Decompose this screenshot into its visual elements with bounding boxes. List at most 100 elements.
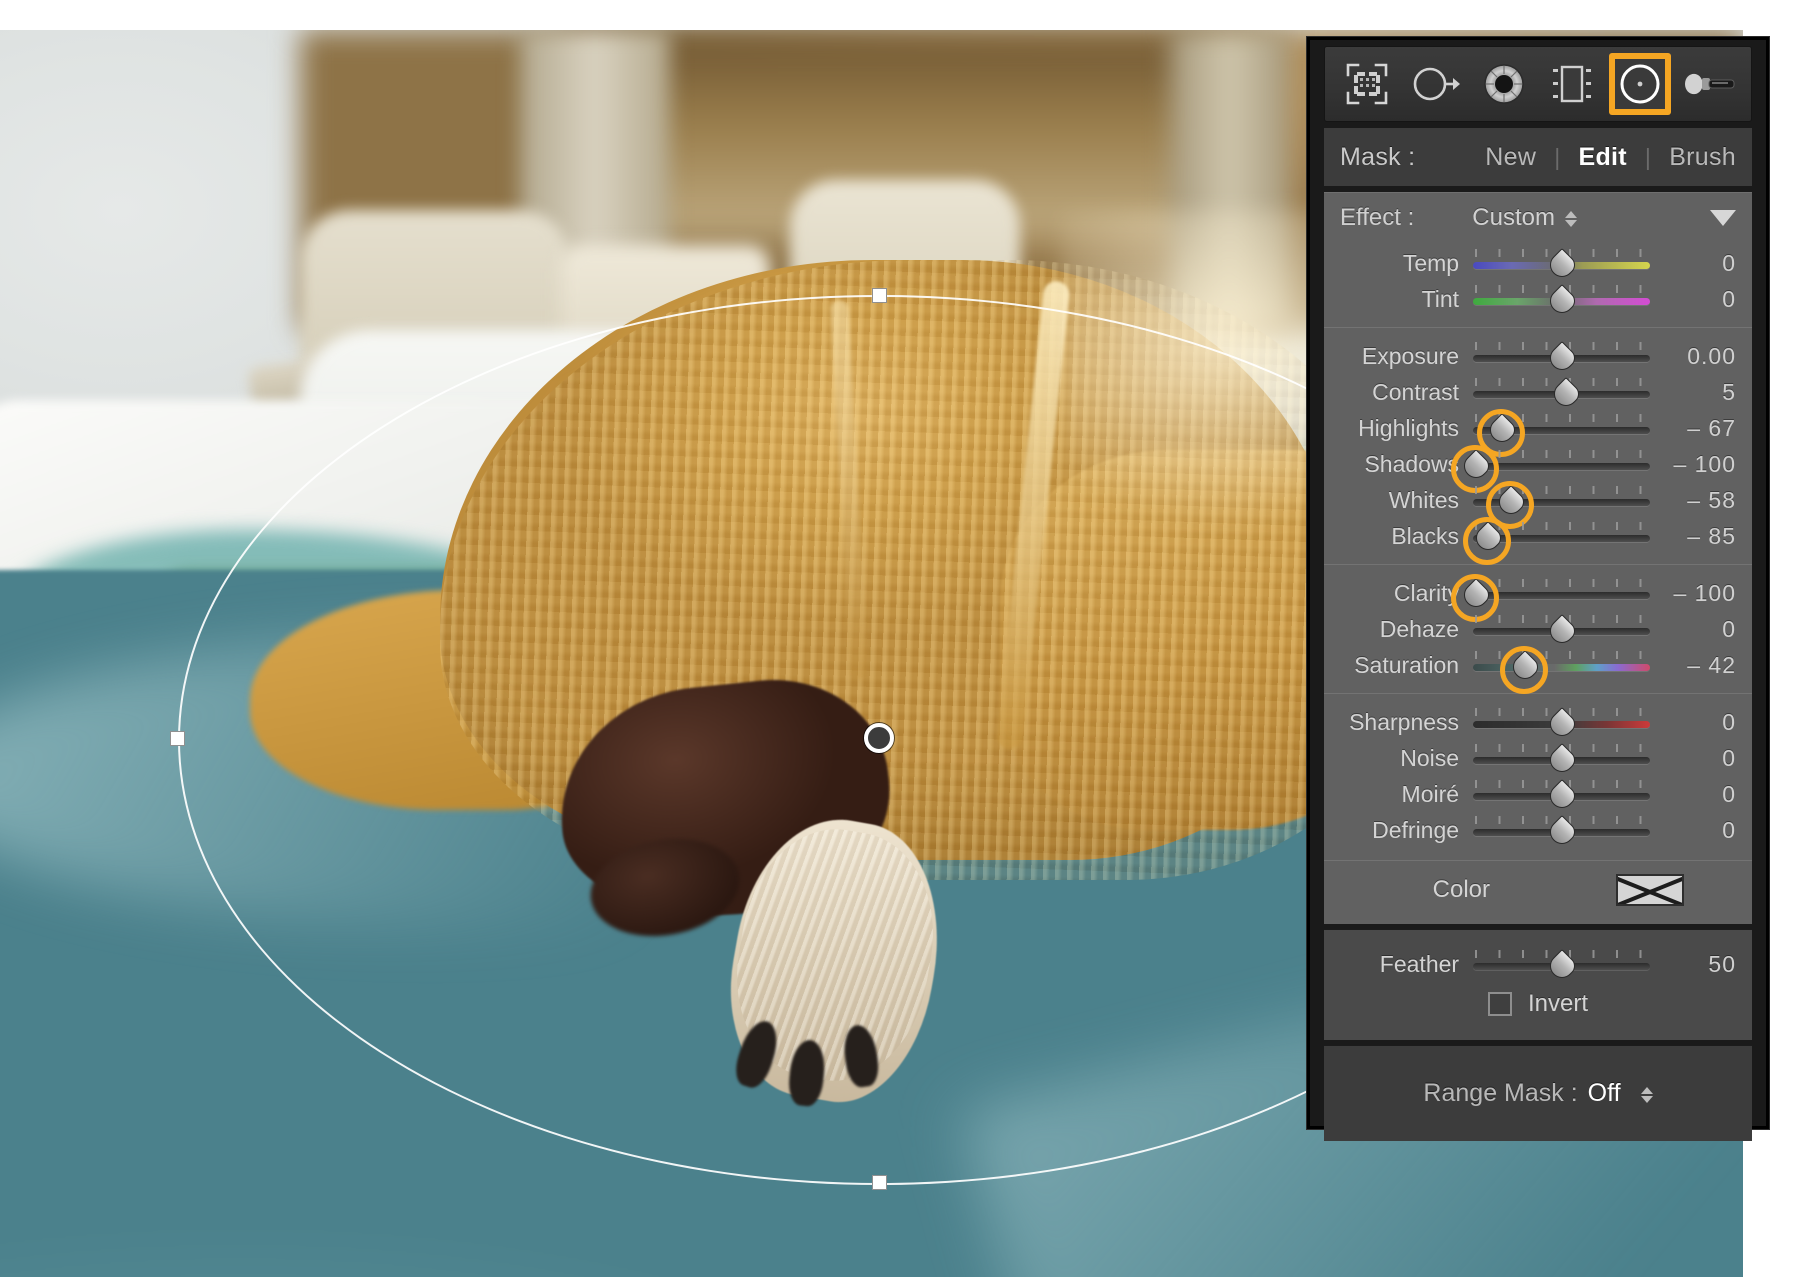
crop-overlay-icon (1344, 61, 1390, 107)
slider-value-highlights: – 67 (1687, 414, 1736, 441)
color-swatch-button[interactable] (1616, 873, 1684, 906)
slider-knob-blacks[interactable] (1463, 517, 1512, 565)
slider-label-tint: Tint (1421, 285, 1460, 312)
slider-value-clarity: – 100 (1673, 579, 1736, 606)
slider-knob-tint[interactable] (1546, 288, 1576, 318)
slider-knob-whites[interactable] (1486, 481, 1535, 529)
slider-knob-noise[interactable] (1546, 747, 1576, 777)
feather-block: Feather 50 Invert (1324, 929, 1752, 1040)
slider-group-whitebalance: Temp 0 Tint 0 (1324, 243, 1752, 323)
adjustment-brush-tool[interactable] (1678, 53, 1740, 115)
slider-row-dehaze[interactable]: Dehaze 0 (1324, 611, 1752, 647)
slider-knob-dehaze[interactable] (1546, 618, 1576, 648)
slider-row-defringe[interactable]: Defringe 0 (1324, 812, 1752, 848)
invert-row[interactable]: Invert (1324, 982, 1752, 1026)
slider-row-temp[interactable]: Temp 0 (1324, 245, 1752, 281)
slider-row-contrast[interactable]: Contrast 5 (1324, 374, 1752, 410)
slider-track-shadows[interactable] (1473, 463, 1650, 470)
slider-row-feather[interactable]: Feather 50 (1324, 946, 1752, 982)
effect-disclosure-triangle-icon[interactable] (1710, 210, 1736, 226)
slider-label-blacks: Blacks (1391, 522, 1460, 549)
slider-label-whites: Whites (1388, 486, 1460, 513)
effect-stepper-icon[interactable] (1564, 211, 1577, 227)
slider-label-clarity: Clarity (1393, 579, 1460, 606)
radial-filter-panel: Mask : New | Edit | Brush Effect : Custo… (1307, 37, 1769, 1141)
slider-row-shadows[interactable]: Shadows – 100 (1324, 445, 1752, 493)
slider-label-shadows: Shadows (1364, 450, 1460, 477)
slider-label-sharpness: Sharpness (1349, 708, 1460, 735)
slider-row-moire[interactable]: Moiré 0 (1324, 776, 1752, 812)
range-mask-value[interactable]: Off (1588, 1079, 1621, 1108)
slider-value-noise: 0 (1722, 744, 1736, 771)
slider-label-noise: Noise (1400, 744, 1460, 771)
slider-label-defringe: Defringe (1372, 816, 1460, 843)
mask-row: Mask : New | Edit | Brush (1324, 128, 1752, 186)
brush-icon (1681, 63, 1737, 105)
slider-label-highlights: Highlights (1358, 414, 1460, 441)
slider-knob-exposure[interactable] (1546, 345, 1576, 375)
invert-checkbox[interactable] (1488, 992, 1512, 1016)
slider-value-saturation: – 42 (1687, 651, 1736, 678)
slider-value-feather: 50 (1708, 950, 1736, 977)
mask-brush-button[interactable]: Brush (1669, 143, 1736, 172)
slider-row-sharpness[interactable]: Sharpness 0 (1324, 704, 1752, 740)
slider-ticks-saturation (1475, 651, 1648, 659)
slider-label-temp: Temp (1402, 249, 1460, 276)
slider-knob-feather[interactable] (1546, 953, 1576, 983)
slider-value-shadows: – 100 (1673, 450, 1736, 477)
crop-overlay-tool[interactable] (1336, 53, 1398, 115)
slider-value-sharpness: 0 (1722, 708, 1736, 735)
slider-knob-saturation[interactable] (1500, 646, 1549, 694)
slider-row-tint[interactable]: Tint 0 (1324, 281, 1752, 317)
slider-label-moire: Moiré (1401, 780, 1460, 807)
slider-knob-moire[interactable] (1546, 783, 1576, 813)
range-mask-row[interactable]: Range Mask : Off (1324, 1045, 1752, 1141)
slider-row-noise[interactable]: Noise 0 (1324, 740, 1752, 776)
effect-header: Effect : Custom (1324, 193, 1752, 243)
effect-panel: Effect : Custom Temp 0 Tint 0 Exposure 0… (1324, 192, 1752, 924)
slider-row-exposure[interactable]: Exposure 0.00 (1324, 338, 1752, 374)
slider-row-whites[interactable]: Whites – 58 (1324, 481, 1752, 529)
mask-separator-1: | (1554, 143, 1561, 170)
slider-track-clarity[interactable] (1473, 592, 1650, 599)
effect-label: Effect : (1340, 204, 1415, 231)
mask-new-button[interactable]: New (1485, 143, 1536, 172)
mask-edit-button[interactable]: Edit (1578, 143, 1626, 172)
red-eye-icon (1481, 61, 1527, 107)
invert-label: Invert (1528, 990, 1589, 1017)
app-window: Mask : New | Edit | Brush Effect : Custo… (0, 0, 1800, 1277)
slider-knob-sharpness[interactable] (1546, 711, 1576, 741)
slider-value-blacks: – 85 (1687, 522, 1736, 549)
slider-group-detail: Sharpness 0 Noise 0 Moiré 0 Defringe 0 (1324, 693, 1752, 854)
mask-separator-2: | (1644, 143, 1652, 170)
slider-row-blacks[interactable]: Blacks – 85 (1324, 517, 1752, 565)
radial-filter-tool[interactable] (1609, 53, 1672, 115)
slider-track-saturation[interactable] (1473, 664, 1650, 671)
slider-knob-shadows[interactable] (1450, 445, 1499, 493)
slider-row-highlights[interactable]: Highlights – 67 (1324, 409, 1752, 457)
slider-row-clarity[interactable]: Clarity – 100 (1324, 574, 1752, 622)
slider-group-presence: Clarity – 100 Dehaze 0 Saturation – 42 (1324, 564, 1752, 694)
slider-knob-defringe[interactable] (1546, 819, 1576, 849)
slider-knob-highlights[interactable] (1477, 409, 1526, 457)
spot-removal-tool[interactable] (1404, 53, 1466, 115)
slider-label-contrast: Contrast (1372, 378, 1460, 405)
slider-value-moire: 0 (1722, 780, 1736, 807)
slider-value-contrast: 5 (1722, 378, 1736, 405)
slider-row-saturation[interactable]: Saturation – 42 (1324, 646, 1752, 694)
mask-label: Mask : (1340, 142, 1416, 171)
slider-knob-clarity[interactable] (1450, 574, 1499, 622)
slider-group-tone: Exposure 0.00 Contrast 5 Highlights – 67… (1324, 327, 1752, 565)
graduated-filter-tool[interactable] (1541, 53, 1603, 115)
color-row: Color (1324, 860, 1752, 918)
radial-filter-icon (1617, 61, 1663, 107)
slider-value-defringe: 0 (1722, 816, 1736, 843)
red-eye-correction-tool[interactable] (1473, 53, 1535, 115)
range-mask-stepper-icon[interactable] (1640, 1086, 1653, 1103)
slider-value-temp: 0 (1722, 249, 1736, 276)
slider-value-whites: – 58 (1687, 486, 1736, 513)
effect-preset-value[interactable]: Custom (1472, 204, 1555, 232)
slider-knob-temp[interactable] (1546, 252, 1576, 282)
slider-value-dehaze: 0 (1722, 615, 1736, 642)
slider-knob-contrast[interactable] (1550, 381, 1580, 411)
